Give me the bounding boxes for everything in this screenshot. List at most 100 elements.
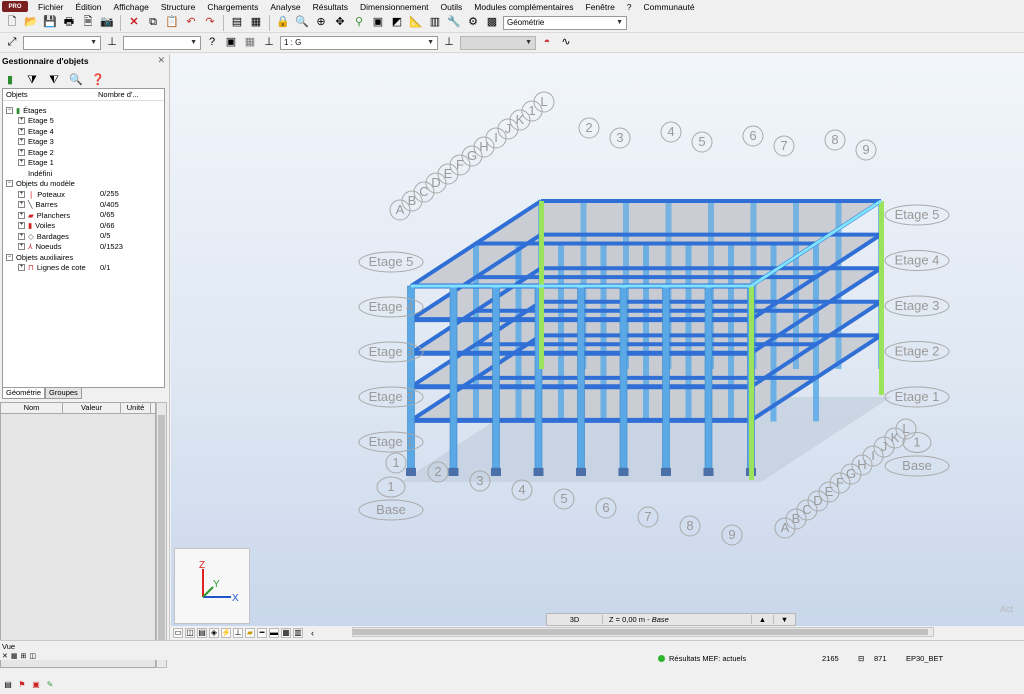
screen-capture-icon[interactable]: 📷 xyxy=(99,15,115,31)
scroll-thumb[interactable] xyxy=(353,629,928,635)
view-beams-icon[interactable]: ━ xyxy=(257,627,267,638)
tree-item[interactable]: + Etage 4 xyxy=(18,126,54,136)
calculator-icon[interactable]: ▦ xyxy=(248,15,264,31)
deformation-icon[interactable]: ∿ xyxy=(558,35,574,51)
help-icon[interactable]: ❓ xyxy=(90,72,106,88)
tree-item[interactable]: − Objets du modèle xyxy=(6,179,75,189)
query-icon[interactable]: ? xyxy=(204,35,220,51)
col-objects[interactable]: Objets xyxy=(3,89,95,100)
tree-item[interactable]: − ▮ Étages xyxy=(6,105,47,115)
col-name[interactable]: Nom xyxy=(1,403,63,413)
display-icon[interactable]: ▣ xyxy=(370,15,386,31)
results-icon[interactable]: ◓ xyxy=(539,35,555,51)
undo-icon[interactable]: ↶ xyxy=(183,15,199,31)
viewport-scrollbar[interactable] xyxy=(352,627,934,637)
lock-icon[interactable]: 🔒 xyxy=(275,15,291,31)
filter-icon[interactable]: ⧩ xyxy=(24,72,40,88)
render-icon[interactable]: ▦ xyxy=(242,35,258,51)
paste-icon[interactable]: 📋 xyxy=(164,15,180,31)
expand-toggle-icon[interactable]: + xyxy=(18,148,25,156)
menu-item-4[interactable]: Chargements xyxy=(201,2,264,12)
menu-item-1[interactable]: Édition xyxy=(70,2,108,12)
cursor-tool-icon[interactable]: ⤢ xyxy=(4,35,20,51)
member-type-select[interactable]: ▼ xyxy=(123,35,201,50)
model-tab-icon[interactable]: ▣ xyxy=(30,679,42,691)
menu-item-7[interactable]: Dimensionnement xyxy=(354,2,435,12)
grid-icon[interactable]: ▦ xyxy=(11,652,18,660)
tables-icon[interactable]: ▤ xyxy=(229,15,245,31)
menu-item-11[interactable]: ? xyxy=(621,2,638,12)
load-case-select[interactable]: 1 : G ▼ xyxy=(280,35,438,50)
expand-toggle-icon[interactable]: + xyxy=(18,117,25,124)
layout-icon[interactable]: ▩ xyxy=(484,15,500,31)
snap-icon[interactable]: ⚲ xyxy=(351,15,367,31)
expand-toggle-icon[interactable]: + xyxy=(18,127,25,135)
view-top-icon[interactable]: ▤ xyxy=(197,627,207,638)
expand-toggle-icon[interactable]: + xyxy=(18,159,25,166)
settings-icon[interactable]: ⚙ xyxy=(465,15,481,31)
menu-item-10[interactable]: Fenêtre xyxy=(580,2,621,12)
col-count[interactable]: Nombre d'... xyxy=(95,89,142,100)
view-supports-icon[interactable]: ⊥ xyxy=(233,627,243,638)
expand-toggle-icon[interactable]: + xyxy=(18,138,25,145)
flag-tab-icon[interactable]: ⚑ xyxy=(16,679,28,691)
tree-item[interactable]: + ◇ Bardages xyxy=(18,231,69,241)
display-options-icon[interactable]: ▣ xyxy=(223,35,239,51)
expand-toggle-icon[interactable]: + xyxy=(18,243,25,250)
current-level[interactable]: Z = 0,00 m - Base xyxy=(603,615,751,624)
search-icon[interactable]: 🔍 xyxy=(68,72,84,88)
view-extra-icon[interactable]: ▥ xyxy=(293,627,303,638)
expand-toggle-icon[interactable]: − xyxy=(6,106,13,114)
save-icon[interactable]: 💾 xyxy=(42,15,58,31)
scroll-left-icon[interactable]: ‹ xyxy=(311,628,314,638)
scroll-thumb[interactable] xyxy=(158,415,165,655)
tree-item[interactable]: + ▰ Planchers xyxy=(18,210,70,220)
copy-icon[interactable]: ⧉ xyxy=(145,15,161,31)
load-case-icon[interactable]: ⊥ xyxy=(261,35,277,51)
layout-select[interactable]: Géométrie ▼ xyxy=(503,15,627,30)
tree-item[interactable]: + ❘ Poteaux xyxy=(18,189,65,199)
view-mode[interactable]: 3D xyxy=(547,615,603,624)
pan-icon[interactable]: ✥ xyxy=(332,15,348,31)
tree-item[interactable]: + Etage 3 xyxy=(18,137,54,147)
expand-toggle-icon[interactable]: + xyxy=(18,222,25,229)
edit-tab-icon[interactable]: ✎ xyxy=(44,679,56,691)
object-inspector-tab-icon[interactable]: ▤ xyxy=(2,679,14,691)
expand-toggle-icon[interactable]: + xyxy=(18,201,25,208)
zoom-window-icon[interactable]: 🔍 xyxy=(294,15,310,31)
expand-toggle-icon[interactable]: + xyxy=(18,211,25,219)
select-all-icon[interactable]: ▮ xyxy=(2,72,18,88)
expand-toggle-icon[interactable]: + xyxy=(18,264,25,271)
section-icon[interactable]: ◩ xyxy=(389,15,405,31)
zoom-all-icon[interactable]: ⊕ xyxy=(313,15,329,31)
tree-item[interactable]: + ⅄ Noeuds xyxy=(18,242,61,252)
coords-icon[interactable]: ✕ xyxy=(2,652,8,660)
tree-item[interactable]: + Etage 2 xyxy=(18,147,54,157)
expand-toggle-icon[interactable]: − xyxy=(6,180,13,187)
bar-section-select[interactable]: ▼ xyxy=(23,35,101,50)
menu-item-12[interactable]: Communauté xyxy=(638,2,701,12)
tools-icon[interactable]: 🔧 xyxy=(446,15,462,31)
reports-icon[interactable]: ▥ xyxy=(427,15,443,31)
menu-item-2[interactable]: Affichage xyxy=(108,2,155,12)
measure-icon[interactable]: 📐 xyxy=(408,15,424,31)
load-type-select[interactable]: ▼ xyxy=(460,35,536,50)
view-loads-icon[interactable]: ⚡ xyxy=(221,627,231,638)
level-down-icon[interactable]: ▼ xyxy=(773,615,795,624)
tree-item[interactable]: + ╲ Barres xyxy=(18,200,58,210)
tree-item[interactable]: + Etage 1 xyxy=(18,158,54,168)
new-file-icon[interactable]: 🗋 xyxy=(4,15,20,31)
view-3d-icon[interactable]: ◈ xyxy=(209,627,219,638)
menu-item-5[interactable]: Analyse xyxy=(264,2,306,12)
3d-viewport[interactable]: Etage 5 Etage 4 Etage 3 Etage 2 Etage 1 1 Base… xyxy=(171,54,1024,626)
properties-scrollbar[interactable] xyxy=(156,402,167,668)
view-front-icon[interactable]: ▭ xyxy=(173,627,183,638)
menu-item-3[interactable]: Structure xyxy=(155,2,202,12)
open-folder-icon[interactable]: 📂 xyxy=(23,15,39,31)
close-icon[interactable]: ✕ xyxy=(157,55,165,66)
filter-remove-icon[interactable]: ⧨ xyxy=(46,72,62,88)
tab-groups[interactable]: Groupes xyxy=(45,388,82,399)
col-value[interactable]: Valeur xyxy=(63,403,121,413)
view-section-icon[interactable]: ◫ xyxy=(185,627,195,638)
col-unit[interactable]: Unité xyxy=(121,403,151,413)
